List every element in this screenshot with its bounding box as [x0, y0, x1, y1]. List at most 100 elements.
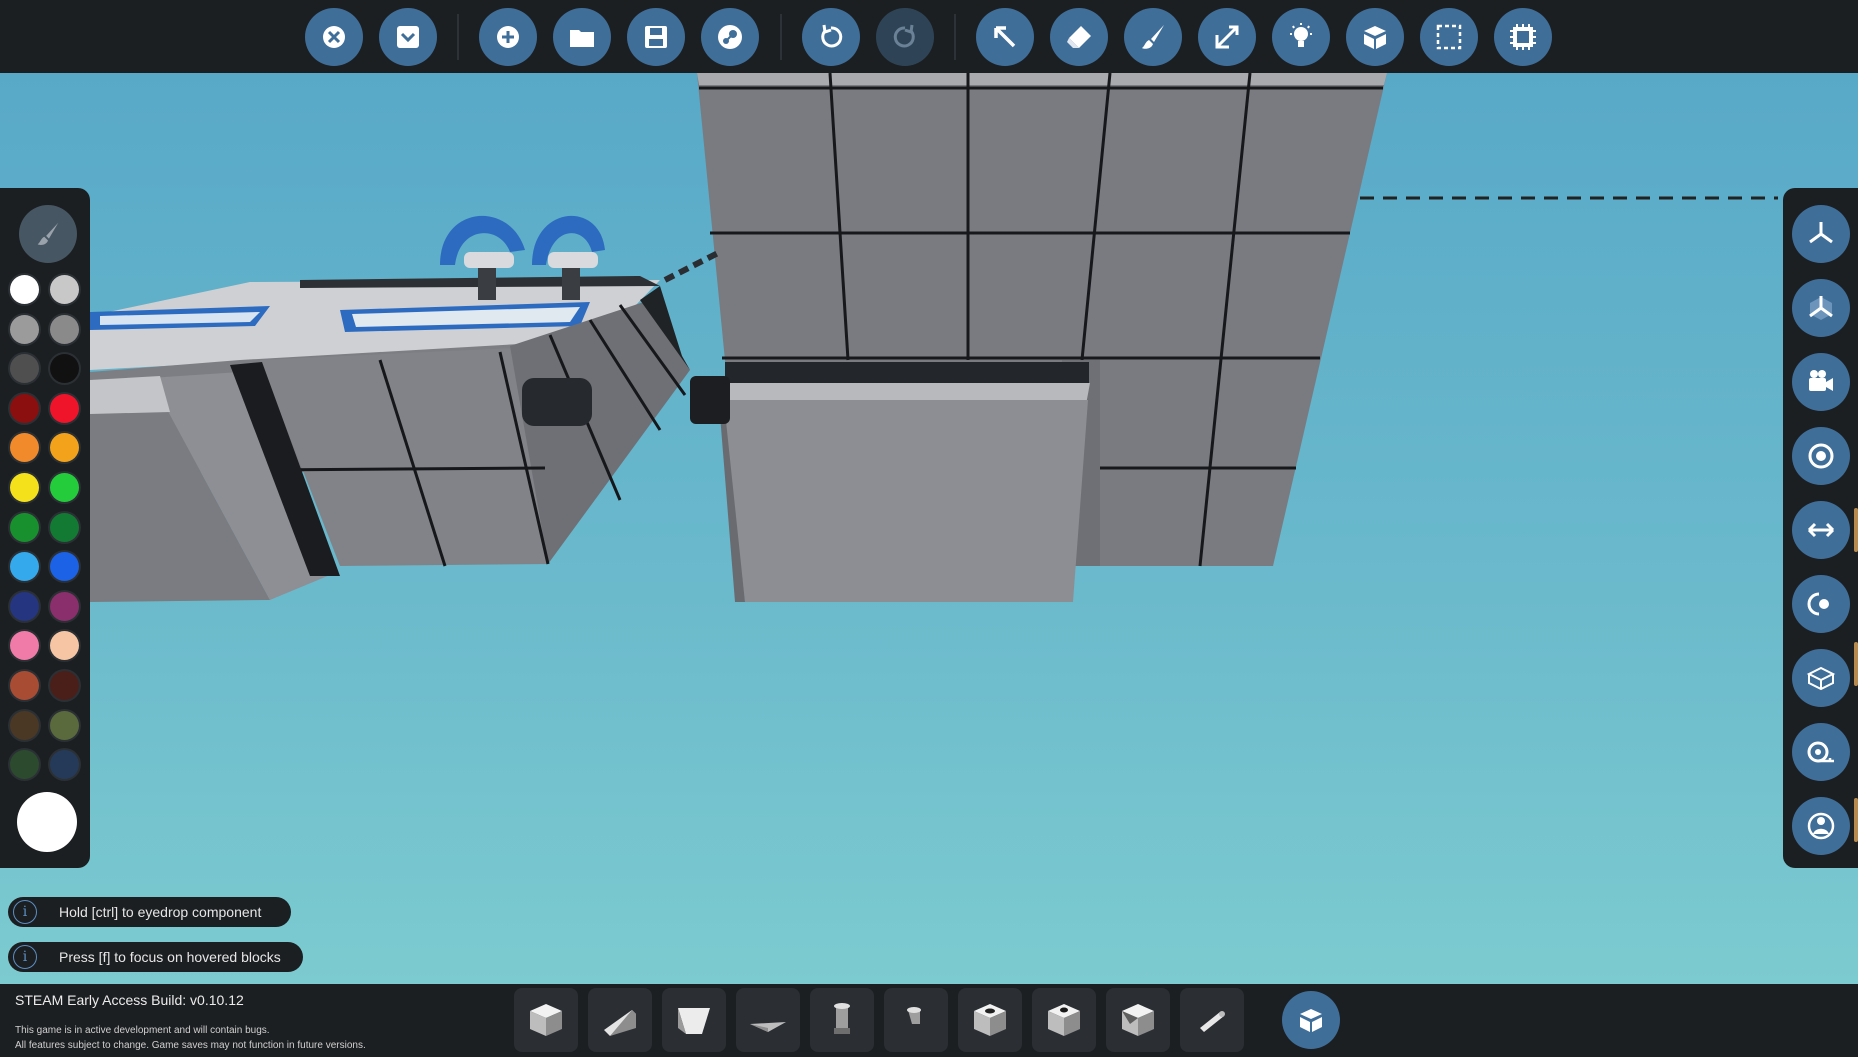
- eraser-icon: [1067, 26, 1091, 48]
- measure-tape-icon: [1807, 741, 1834, 763]
- separator: [954, 14, 956, 60]
- info-icon: i: [13, 945, 37, 969]
- color-swatch[interactable]: [50, 433, 79, 463]
- new-icon: [497, 26, 519, 48]
- color-swatch[interactable]: [50, 591, 79, 621]
- separator: [780, 14, 782, 60]
- microprocessor-button[interactable]: [1494, 8, 1552, 66]
- hotbar-slot-3[interactable]: [662, 988, 726, 1052]
- select-button[interactable]: [976, 8, 1034, 66]
- color-swatch[interactable]: [10, 433, 39, 463]
- hotbar-slot-10[interactable]: [1180, 988, 1244, 1052]
- color-swatch[interactable]: [50, 314, 79, 344]
- color-swatch[interactable]: [10, 671, 39, 700]
- pipe-icon: [834, 1003, 850, 1034]
- camera-icon: [1809, 370, 1833, 391]
- view-iso-icon: [1809, 296, 1833, 320]
- hotbar-slot-8[interactable]: [1032, 988, 1096, 1052]
- color-swatch[interactable]: [10, 750, 39, 780]
- color-swatch[interactable]: [10, 275, 39, 304]
- collapse-icon: [397, 26, 419, 48]
- hotbar-slot-6[interactable]: [884, 988, 948, 1052]
- color-swatch[interactable]: [10, 591, 39, 621]
- pipe-elbow-icon: [907, 1007, 921, 1024]
- separator: [457, 14, 459, 60]
- panel-indicator: [1854, 798, 1858, 842]
- color-swatch[interactable]: [10, 473, 39, 502]
- light-button[interactable]: [1272, 8, 1330, 66]
- color-swatch[interactable]: [10, 314, 39, 344]
- redo-icon: [893, 24, 915, 48]
- color-swatch[interactable]: [10, 354, 39, 384]
- close-button[interactable]: [305, 8, 363, 66]
- new-button[interactable]: [479, 8, 537, 66]
- box-outline-button[interactable]: [1792, 649, 1850, 707]
- camera-button[interactable]: [1792, 353, 1850, 411]
- redo-button[interactable]: [876, 8, 934, 66]
- color-swatch[interactable]: [50, 750, 79, 780]
- parts-browser-button[interactable]: [1282, 991, 1340, 1049]
- hotbar-slot-4[interactable]: [736, 988, 800, 1052]
- build-viewport[interactable]: [0, 73, 1858, 984]
- top-toolbar: [0, 0, 1858, 73]
- hole-block-icon: [1048, 1004, 1080, 1036]
- character-icon: [1807, 812, 1835, 840]
- hotbar-slot-5[interactable]: [810, 988, 874, 1052]
- hotbar-slot-9[interactable]: [1106, 988, 1170, 1052]
- view-iso-button[interactable]: [1792, 279, 1850, 337]
- color-swatch[interactable]: [50, 671, 79, 700]
- color-swatch[interactable]: [50, 393, 79, 423]
- color-swatch[interactable]: [50, 710, 79, 740]
- save-icon: [645, 26, 667, 48]
- steam-icon: [718, 25, 742, 49]
- view-axis-icon: [1809, 222, 1833, 244]
- color-swatch[interactable]: [10, 631, 39, 661]
- paint-button[interactable]: [1124, 8, 1182, 66]
- open-button[interactable]: [553, 8, 611, 66]
- connector-left: [522, 378, 592, 426]
- paint-brush-icon: [1142, 25, 1164, 49]
- color-swatch[interactable]: [50, 552, 79, 582]
- color-swatch[interactable]: [10, 552, 39, 582]
- color-swatch[interactable]: [50, 275, 79, 304]
- undo-button[interactable]: [802, 8, 860, 66]
- target-button[interactable]: [1792, 427, 1850, 485]
- hotbar-slot-2[interactable]: [588, 988, 652, 1052]
- hotbar-slot-7[interactable]: [958, 988, 1022, 1052]
- hotbar-slot-1[interactable]: [514, 988, 578, 1052]
- transfer-button[interactable]: [1792, 501, 1850, 559]
- close-icon: [323, 26, 345, 48]
- steam-button[interactable]: [701, 8, 759, 66]
- color-swatch[interactable]: [10, 710, 39, 740]
- color-swatch[interactable]: [50, 512, 79, 542]
- color-swatch[interactable]: [10, 512, 39, 542]
- view-axis-button[interactable]: [1792, 205, 1850, 263]
- panel-indicator: [1854, 508, 1858, 552]
- save-button[interactable]: [627, 8, 685, 66]
- box-select-button[interactable]: [1420, 8, 1478, 66]
- panel-indicator: [1854, 642, 1858, 686]
- measure-button[interactable]: [1792, 723, 1850, 781]
- scene-render: [90, 73, 1778, 602]
- current-color-swatch[interactable]: [17, 792, 77, 852]
- block-cube-icon: [530, 1004, 562, 1036]
- color-swatch[interactable]: [50, 473, 79, 502]
- rotate-view-button[interactable]: [1792, 575, 1850, 633]
- select-cursor-icon: [994, 26, 1016, 48]
- build-version: STEAM Early Access Build: v0.10.12: [15, 992, 244, 1008]
- paint-tool-button[interactable]: [19, 205, 77, 263]
- color-swatch[interactable]: [10, 393, 39, 423]
- corner-block-icon: [1122, 1004, 1154, 1036]
- parts-button[interactable]: [1346, 8, 1404, 66]
- connector-right: [690, 376, 730, 424]
- wedge-icon: [604, 1010, 636, 1036]
- view-panel: [1783, 188, 1858, 868]
- color-swatch[interactable]: [50, 354, 79, 384]
- resize-button[interactable]: [1198, 8, 1256, 66]
- eraser-button[interactable]: [1050, 8, 1108, 66]
- character-button[interactable]: [1792, 797, 1850, 855]
- open-folder-icon: [570, 30, 594, 47]
- collapse-button[interactable]: [379, 8, 437, 66]
- info-icon: i: [13, 900, 37, 924]
- color-swatch[interactable]: [50, 631, 79, 661]
